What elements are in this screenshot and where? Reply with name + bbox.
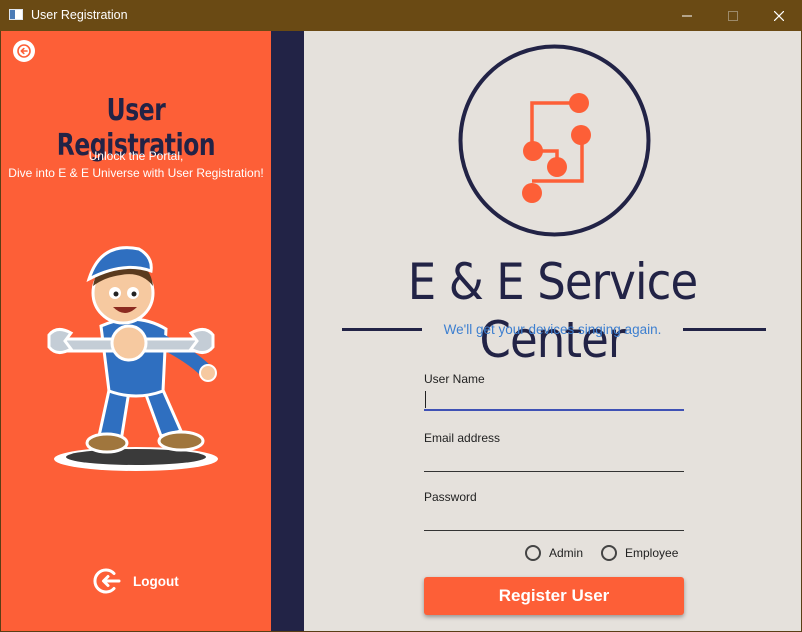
logout-label: Logout — [133, 573, 179, 589]
email-input[interactable] — [424, 450, 684, 472]
main-panel: E & E Service Center We'll get your devi… — [304, 31, 801, 631]
password-input[interactable] — [424, 509, 684, 531]
role-admin-radio[interactable] — [525, 545, 541, 561]
maximize-button[interactable] — [710, 0, 756, 31]
email-label: Email address — [424, 431, 501, 445]
window-titlebar: User Registration — [0, 0, 802, 31]
role-employee-radio[interactable] — [601, 545, 617, 561]
username-input[interactable] — [424, 389, 684, 411]
back-button[interactable] — [13, 40, 35, 62]
app-icon — [9, 9, 23, 20]
close-icon — [774, 10, 784, 21]
mechanic-illustration — [47, 246, 218, 471]
tagline-rule-right — [683, 328, 766, 331]
role-admin-option[interactable]: Admin — [525, 545, 583, 561]
logout-button[interactable]: Logout — [93, 566, 179, 596]
register-user-button[interactable]: Register User — [424, 577, 684, 615]
tagline-rule-left — [342, 328, 422, 331]
sidebar-subtitle-line2: Dive into E & E Universe with User Regis… — [8, 166, 264, 180]
sidebar-subtitle-line1: Unlock the Portal, — [88, 149, 184, 163]
sidebar: User Registration Unlock the Portal, Div… — [1, 31, 271, 631]
role-admin-label: Admin — [549, 546, 584, 560]
arrow-left-circle-icon — [17, 44, 31, 58]
role-employee-option[interactable]: Employee — [601, 545, 678, 561]
text-caret — [425, 391, 426, 408]
minimize-button[interactable] — [664, 0, 710, 31]
password-label: Password — [424, 490, 477, 504]
role-employee-label: Employee — [625, 546, 679, 560]
close-button[interactable] — [756, 0, 802, 31]
circuit-logo — [458, 44, 651, 237]
username-label: User Name — [424, 372, 485, 386]
divider-stripe — [271, 31, 304, 631]
minimize-icon — [682, 15, 692, 16]
tagline: We'll get your devices singing again. — [443, 322, 662, 337]
brand-name: E & E Service Center — [407, 253, 698, 369]
window-title: User Registration — [31, 8, 128, 22]
logout-icon — [93, 568, 121, 594]
maximize-icon — [728, 10, 738, 21]
